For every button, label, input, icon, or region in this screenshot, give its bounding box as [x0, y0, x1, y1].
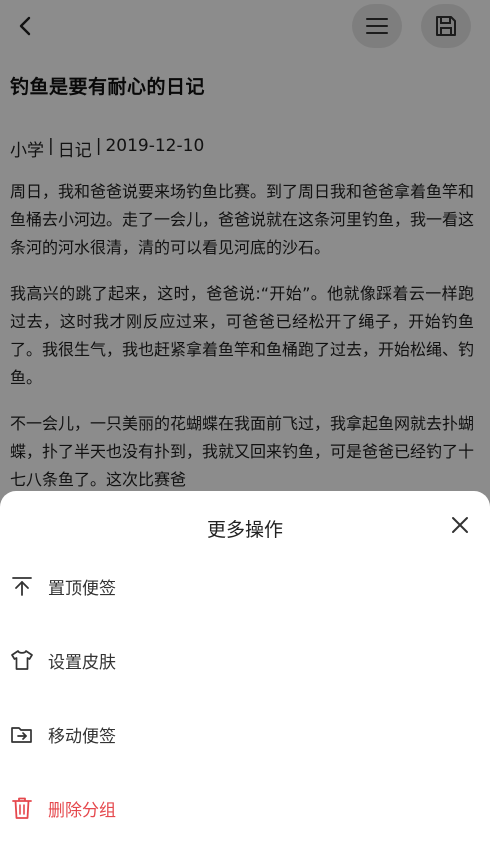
- folder-move-icon: [10, 722, 34, 746]
- delete-group-label: 删除分组: [48, 800, 116, 821]
- close-icon: [452, 517, 468, 533]
- sheet-title: 更多操作: [206, 519, 283, 541]
- set-skin-label: 设置皮肤: [48, 652, 116, 673]
- pin-note-label: 置顶便签: [48, 578, 116, 599]
- trash-icon: [10, 796, 34, 820]
- more-actions-sheet: 更多操作 置顶便签 设置皮肤 移动便签 删除分组: [0, 491, 490, 857]
- delete-group-item[interactable]: 删除分组: [0, 783, 490, 833]
- shirt-icon: [10, 648, 34, 672]
- set-skin-item[interactable]: 设置皮肤: [0, 635, 490, 685]
- pin-top-icon: [10, 574, 34, 598]
- close-button[interactable]: [444, 509, 476, 541]
- move-note-item[interactable]: 移动便签: [0, 709, 490, 759]
- pin-note-item[interactable]: 置顶便签: [0, 561, 490, 611]
- move-note-label: 移动便签: [48, 726, 116, 747]
